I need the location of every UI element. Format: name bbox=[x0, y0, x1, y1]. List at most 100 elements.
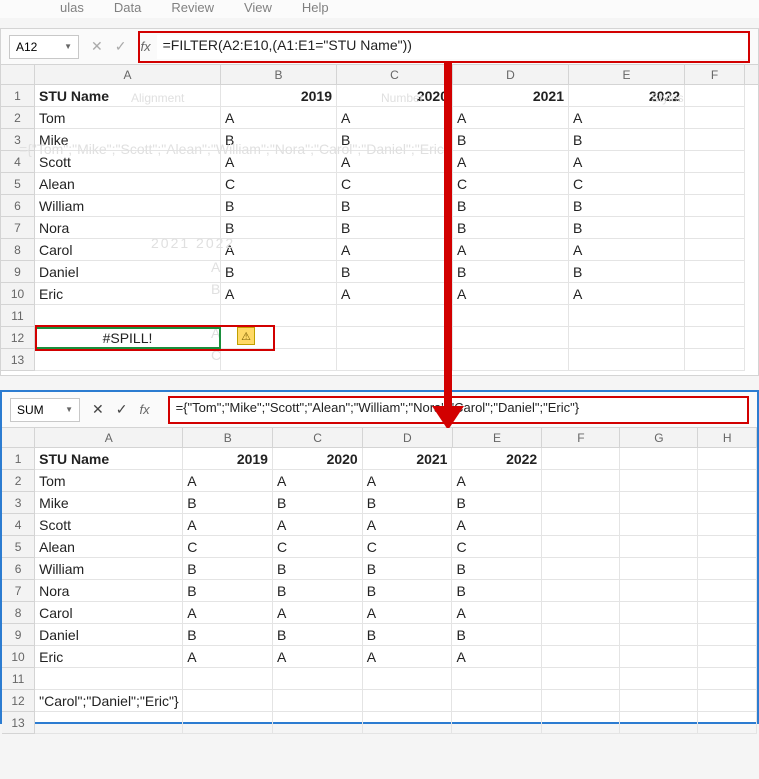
cell[interactable]: B bbox=[363, 624, 453, 646]
cell[interactable]: A bbox=[273, 646, 363, 668]
cell[interactable]: B bbox=[452, 492, 542, 514]
cell[interactable] bbox=[183, 668, 273, 690]
row-header[interactable]: 10 bbox=[2, 646, 35, 668]
cell[interactable] bbox=[35, 712, 183, 734]
cell[interactable]: Daniel bbox=[35, 624, 183, 646]
cell[interactable] bbox=[685, 107, 745, 129]
cell[interactable]: A bbox=[452, 514, 542, 536]
ribbon-tab[interactable]: Review bbox=[171, 0, 214, 15]
warning-icon[interactable]: ⚠ bbox=[237, 327, 255, 345]
ribbon-tab[interactable]: View bbox=[244, 0, 272, 15]
cell[interactable] bbox=[453, 305, 569, 327]
cell[interactable] bbox=[542, 448, 620, 470]
cell[interactable]: B bbox=[183, 492, 273, 514]
cell[interactable] bbox=[698, 492, 757, 514]
row-header[interactable]: 9 bbox=[2, 624, 35, 646]
cell[interactable]: B bbox=[221, 217, 337, 239]
cell[interactable]: B bbox=[337, 195, 453, 217]
cell[interactable]: A bbox=[452, 602, 542, 624]
cell[interactable]: A bbox=[569, 283, 685, 305]
cell[interactable]: A bbox=[569, 107, 685, 129]
cell[interactable] bbox=[542, 624, 620, 646]
cell[interactable]: A bbox=[183, 646, 273, 668]
cell[interactable]: B bbox=[273, 624, 363, 646]
fx-icon[interactable]: fx bbox=[140, 39, 150, 54]
cell[interactable] bbox=[698, 712, 757, 734]
row-header[interactable]: 9 bbox=[1, 261, 35, 283]
cell[interactable]: B bbox=[337, 261, 453, 283]
col-header[interactable]: B bbox=[183, 428, 273, 447]
row-header[interactable]: 11 bbox=[1, 305, 35, 327]
ribbon-tab[interactable]: ulas bbox=[60, 0, 84, 15]
cell[interactable] bbox=[569, 349, 685, 371]
cell[interactable]: B bbox=[452, 580, 542, 602]
cell[interactable]: 2020 bbox=[337, 85, 453, 107]
fx-icon[interactable]: fx bbox=[139, 402, 149, 417]
cell[interactable]: B bbox=[363, 558, 453, 580]
cell[interactable]: Alean bbox=[35, 536, 183, 558]
cell[interactable]: A bbox=[363, 602, 453, 624]
cell[interactable]: A bbox=[221, 107, 337, 129]
cell[interactable]: A bbox=[363, 470, 453, 492]
cell[interactable] bbox=[452, 668, 542, 690]
cell[interactable]: STU Name bbox=[35, 85, 221, 107]
cell[interactable]: B bbox=[337, 217, 453, 239]
cell[interactable]: B bbox=[452, 624, 542, 646]
cell[interactable] bbox=[620, 646, 698, 668]
cell[interactable] bbox=[620, 448, 698, 470]
cell[interactable] bbox=[698, 536, 757, 558]
cell[interactable]: 2021 bbox=[453, 85, 569, 107]
cell[interactable] bbox=[542, 470, 620, 492]
cell[interactable] bbox=[569, 327, 685, 349]
confirm-icon[interactable]: ✓ bbox=[115, 38, 127, 55]
cell[interactable] bbox=[698, 668, 757, 690]
cell[interactable] bbox=[620, 624, 698, 646]
cell[interactable] bbox=[542, 690, 620, 712]
col-header[interactable]: B bbox=[221, 65, 337, 84]
cell[interactable] bbox=[698, 580, 757, 602]
col-header[interactable]: D bbox=[453, 65, 569, 84]
cell[interactable] bbox=[620, 712, 698, 734]
cell[interactable]: Mike bbox=[35, 492, 183, 514]
cell[interactable]: C bbox=[452, 536, 542, 558]
cell[interactable] bbox=[542, 668, 620, 690]
cell[interactable] bbox=[337, 349, 453, 371]
cell[interactable] bbox=[698, 558, 757, 580]
formula-input[interactable]: =FILTER(A2:E10,(A1:E1="STU Name")) bbox=[157, 35, 748, 59]
cell[interactable]: A bbox=[363, 514, 453, 536]
cell[interactable]: A bbox=[337, 239, 453, 261]
cell[interactable]: C bbox=[569, 173, 685, 195]
cell[interactable] bbox=[698, 470, 757, 492]
cell[interactable] bbox=[620, 580, 698, 602]
cell[interactable] bbox=[620, 514, 698, 536]
col-header[interactable]: A bbox=[35, 428, 183, 447]
cell[interactable] bbox=[363, 690, 453, 712]
cell[interactable]: A bbox=[569, 151, 685, 173]
row-header[interactable]: 5 bbox=[2, 536, 35, 558]
cell[interactable]: B bbox=[221, 129, 337, 151]
cell[interactable] bbox=[698, 602, 757, 624]
cell[interactable]: A bbox=[569, 239, 685, 261]
cell[interactable]: 2020 bbox=[273, 448, 363, 470]
cell[interactable]: B bbox=[337, 129, 453, 151]
chevron-down-icon[interactable]: ▼ bbox=[65, 405, 73, 414]
row-header[interactable]: 10 bbox=[1, 283, 35, 305]
row-header[interactable]: 13 bbox=[1, 349, 35, 371]
cell[interactable]: A bbox=[337, 283, 453, 305]
cell[interactable]: C bbox=[453, 173, 569, 195]
cell[interactable] bbox=[221, 305, 337, 327]
cell[interactable]: B bbox=[273, 580, 363, 602]
cell[interactable]: A bbox=[273, 470, 363, 492]
cell[interactable] bbox=[698, 514, 757, 536]
cell[interactable] bbox=[183, 690, 273, 712]
cell[interactable]: A bbox=[452, 470, 542, 492]
cell[interactable]: A bbox=[183, 514, 273, 536]
cell[interactable] bbox=[698, 646, 757, 668]
cell[interactable] bbox=[620, 602, 698, 624]
cell[interactable]: B bbox=[569, 217, 685, 239]
cell[interactable] bbox=[452, 690, 542, 712]
row-header[interactable]: 4 bbox=[1, 151, 35, 173]
cell[interactable] bbox=[183, 712, 273, 734]
cell[interactable]: Daniel bbox=[35, 261, 221, 283]
cell[interactable] bbox=[569, 305, 685, 327]
